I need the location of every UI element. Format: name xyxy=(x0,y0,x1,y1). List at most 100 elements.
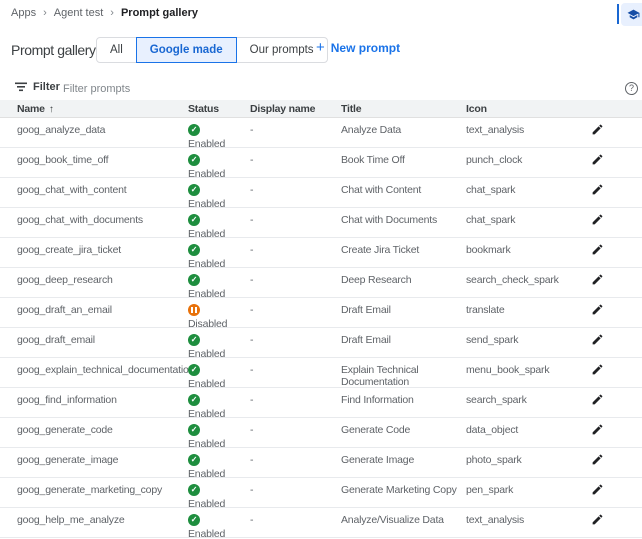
icon-name: photo_spark xyxy=(466,448,565,477)
breadcrumb: Apps › Agent test › Prompt gallery xyxy=(11,7,198,19)
status-enabled-icon xyxy=(188,334,200,346)
prompt-title: Chat with Content xyxy=(341,178,466,207)
table-row[interactable]: goog_analyze_data Enabled - Analyze Data… xyxy=(0,118,642,148)
prompt-title: Book Time Off xyxy=(341,148,466,177)
column-header-name[interactable]: Name↑ xyxy=(0,103,188,115)
edit-button[interactable] xyxy=(591,512,604,526)
prompt-name: goog_book_time_off xyxy=(0,148,188,177)
display-name-cell: - xyxy=(250,448,341,477)
status-enabled-icon xyxy=(188,364,200,376)
prompt-title: Analyze Data xyxy=(341,118,466,147)
status-enabled-icon xyxy=(188,244,200,256)
breadcrumb-item-apps[interactable]: Apps xyxy=(11,7,36,19)
column-header-title[interactable]: Title xyxy=(341,103,466,115)
breadcrumb-item-agent-test[interactable]: Agent test xyxy=(54,7,104,19)
edit-button[interactable] xyxy=(591,332,604,346)
help-icon[interactable]: ? xyxy=(625,82,638,95)
table-row[interactable]: goog_explain_technical_documentation Ena… xyxy=(0,358,642,388)
tab-our-prompts[interactable]: Our prompts xyxy=(236,37,328,63)
table-row[interactable]: goog_create_jira_ticket Enabled - Create… xyxy=(0,238,642,268)
sort-ascending-icon: ↑ xyxy=(49,104,54,115)
icon-name: punch_clock xyxy=(466,148,565,177)
icon-name: search_spark xyxy=(466,388,565,417)
icon-name: send_spark xyxy=(466,328,565,357)
table-row[interactable]: goog_deep_research Enabled - Deep Resear… xyxy=(0,268,642,298)
prompt-title: Create Jira Ticket xyxy=(341,238,466,267)
status-enabled-icon xyxy=(188,394,200,406)
icon-name: data_object xyxy=(466,418,565,447)
status-cell: Enabled xyxy=(188,328,250,357)
table-row[interactable]: goog_draft_an_email Disabled - Draft Ema… xyxy=(0,298,642,328)
chevron-right-icon: › xyxy=(110,7,114,19)
status-enabled-icon xyxy=(188,214,200,226)
learn-button[interactable]: L xyxy=(621,3,642,26)
edit-button[interactable] xyxy=(591,452,604,466)
column-header-status[interactable]: Status xyxy=(188,103,250,115)
tab-all[interactable]: All xyxy=(96,37,137,63)
table-row[interactable]: goog_book_time_off Enabled - Book Time O… xyxy=(0,148,642,178)
display-name-cell: - xyxy=(250,388,341,417)
table-row[interactable]: goog_chat_with_documents Enabled - Chat … xyxy=(0,208,642,238)
status-enabled-icon xyxy=(188,484,200,496)
prompt-name: goog_generate_code xyxy=(0,418,188,447)
status-cell: Enabled xyxy=(188,238,250,267)
edit-button[interactable] xyxy=(591,392,604,406)
edit-button[interactable] xyxy=(591,242,604,256)
display-name-cell: - xyxy=(250,358,341,387)
display-name-cell: - xyxy=(250,238,341,267)
school-icon xyxy=(627,8,640,21)
display-name-cell: - xyxy=(250,298,341,327)
new-prompt-button[interactable]: + New prompt xyxy=(316,41,400,55)
icon-name: search_check_spark xyxy=(466,268,565,297)
prompt-title: Draft Email xyxy=(341,328,466,357)
status-cell: Enabled xyxy=(188,118,250,147)
display-name-cell: - xyxy=(250,118,341,147)
new-prompt-label: New prompt xyxy=(331,41,400,55)
edit-button[interactable] xyxy=(591,152,604,166)
table-row[interactable]: goog_generate_code Enabled - Generate Co… xyxy=(0,418,642,448)
table-row[interactable]: goog_help_me_analyze Enabled - Analyze/V… xyxy=(0,508,642,538)
vertical-divider xyxy=(617,4,619,24)
prompt-title: Find Information xyxy=(341,388,466,417)
column-header-display-name[interactable]: Display name xyxy=(250,103,341,115)
edit-button[interactable] xyxy=(591,482,604,496)
edit-button[interactable] xyxy=(591,302,604,316)
edit-button[interactable] xyxy=(591,182,604,196)
status-enabled-icon xyxy=(188,124,200,136)
table-row[interactable]: goog_find_information Enabled - Find Inf… xyxy=(0,388,642,418)
icon-name: pen_spark xyxy=(466,478,565,507)
icon-name: menu_book_spark xyxy=(466,358,565,387)
status-label: Enabled xyxy=(188,528,225,539)
column-header-icon[interactable]: Icon xyxy=(466,103,565,115)
edit-button[interactable] xyxy=(591,122,604,136)
icon-name: translate xyxy=(466,298,565,327)
status-enabled-icon xyxy=(188,184,200,196)
tab-google-made[interactable]: Google made xyxy=(136,37,237,63)
prompt-title: Analyze/Visualize Data xyxy=(341,508,466,537)
display-name-cell: - xyxy=(250,328,341,357)
table-header-row: Name↑ Status Display name Title Icon xyxy=(0,100,642,118)
prompt-title: Chat with Documents xyxy=(341,208,466,237)
status-disabled-icon xyxy=(188,304,200,316)
prompt-title: Draft Email xyxy=(341,298,466,327)
status-enabled-icon xyxy=(188,274,200,286)
icon-name: bookmark xyxy=(466,238,565,267)
table-row[interactable]: goog_draft_email Enabled - Draft Email s… xyxy=(0,328,642,358)
table-row[interactable]: goog_chat_with_content Enabled - Chat wi… xyxy=(0,178,642,208)
edit-button[interactable] xyxy=(591,362,604,376)
pencil-icon xyxy=(591,453,604,466)
pencil-icon xyxy=(591,333,604,346)
filter-input[interactable]: Filter prompts xyxy=(63,83,130,95)
status-cell: Disabled xyxy=(188,298,250,327)
status-cell: Enabled xyxy=(188,178,250,207)
filter-button[interactable]: Filter xyxy=(15,81,60,93)
table-row[interactable]: goog_generate_marketing_copy Enabled - G… xyxy=(0,478,642,508)
display-name-cell: - xyxy=(250,268,341,297)
edit-button[interactable] xyxy=(591,272,604,286)
prompt-name: goog_deep_research xyxy=(0,268,188,297)
edit-button[interactable] xyxy=(591,212,604,226)
table-row[interactable]: goog_generate_image Enabled - Generate I… xyxy=(0,448,642,478)
edit-button[interactable] xyxy=(591,422,604,436)
status-cell: Enabled xyxy=(188,148,250,177)
display-name-cell: - xyxy=(250,418,341,447)
